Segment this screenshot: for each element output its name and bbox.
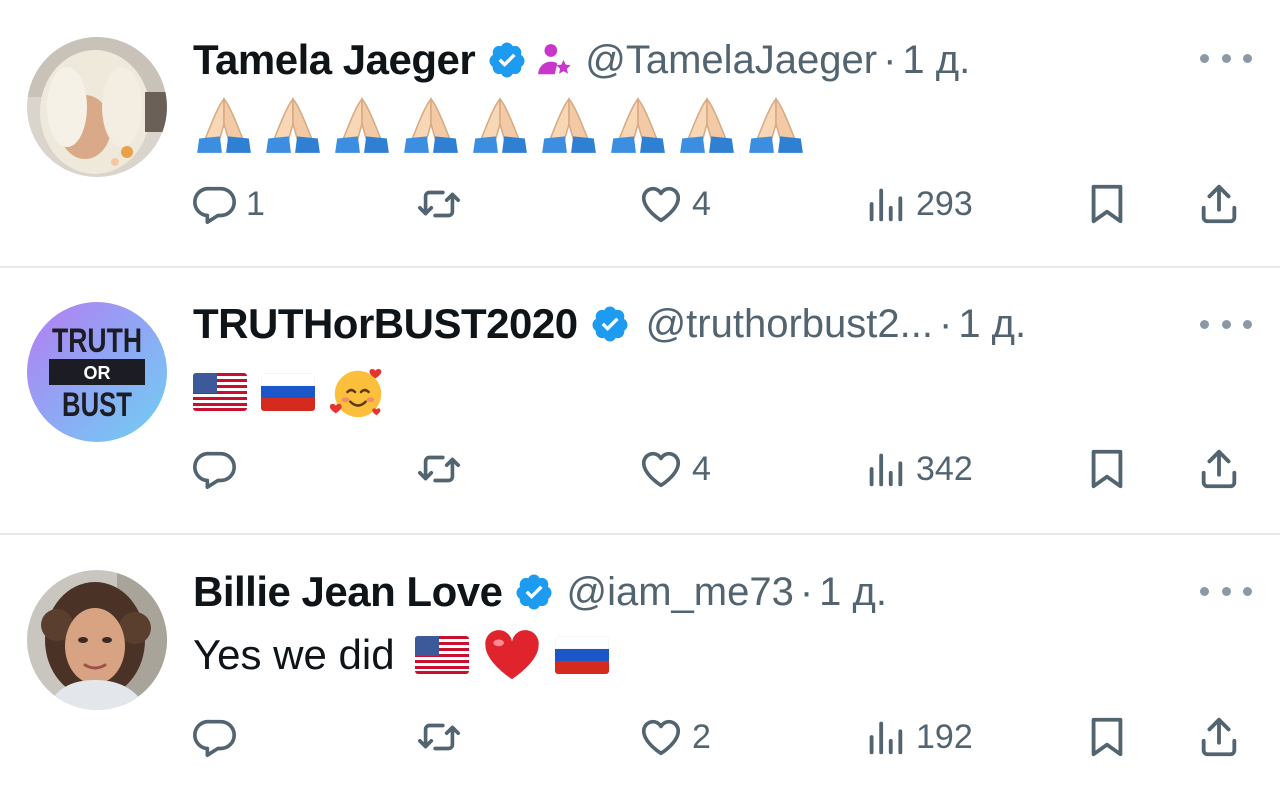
folded-hands-icon xyxy=(266,97,320,153)
avatar-text-bust: BUST xyxy=(62,386,132,424)
author-handle[interactable]: @TamelaJaeger xyxy=(585,38,877,83)
view-count: 293 xyxy=(916,184,973,223)
tweet-header: TRUTHorBUST2020 @truthorbust2... · 1 д. xyxy=(193,296,1026,352)
bookmark-button[interactable] xyxy=(1084,441,1130,497)
tweet-timestamp[interactable]: 1 д. xyxy=(902,38,970,83)
folded-hands-icon xyxy=(335,97,389,153)
tweet-text xyxy=(193,92,814,156)
tweet-1[interactable]: Tamela Jaeger @TamelaJaeger · 1 д. 1 4 2… xyxy=(0,0,1280,268)
views-button[interactable]: 342 xyxy=(862,441,973,497)
like-button[interactable]: 4 xyxy=(638,441,711,497)
view-count: 192 xyxy=(916,717,973,756)
views-chart-icon xyxy=(869,188,903,222)
us-flag-icon xyxy=(414,636,469,674)
more-options-icon[interactable] xyxy=(1200,312,1252,336)
share-button[interactable] xyxy=(1196,709,1242,765)
tweet-2[interactable]: TRUTH OR BUST TRUTHorBUST2020 @truthorbu… xyxy=(0,268,1280,534)
repost-button[interactable] xyxy=(416,441,470,497)
action-bar: 2 192 xyxy=(0,709,1280,765)
reply-button[interactable]: 1 xyxy=(192,176,265,232)
heart-icon xyxy=(641,451,681,488)
heart-icon xyxy=(641,719,681,756)
emoji-row xyxy=(193,363,387,421)
tweet-timestamp[interactable]: 1 д. xyxy=(958,302,1026,347)
heart-icon xyxy=(641,186,681,223)
bookmark-icon xyxy=(1091,184,1123,224)
share-icon xyxy=(1201,449,1237,489)
like-count: 2 xyxy=(692,717,711,756)
tweet-3[interactable]: Billie Jean Love @iam_me73 · 1 д. Yes we… xyxy=(0,535,1280,791)
verified-badge-icon[interactable] xyxy=(514,572,554,612)
author-handle[interactable]: @iam_me73 xyxy=(566,570,793,615)
folded-hands-icon xyxy=(404,97,458,153)
tweet-text: Yes we did xyxy=(193,623,623,687)
reply-button[interactable] xyxy=(192,441,246,497)
russia-flag-icon xyxy=(261,373,315,411)
red-heart-icon xyxy=(484,630,539,680)
folded-hands-icon xyxy=(473,97,527,153)
smiling-face-with-hearts-icon xyxy=(329,369,382,418)
views-chart-icon xyxy=(869,721,903,755)
avatar-text-truth: TRUTH xyxy=(52,322,142,360)
emoji-row xyxy=(193,93,814,155)
tweet-header: Billie Jean Love @iam_me73 · 1 д. xyxy=(193,564,887,620)
like-button[interactable]: 2 xyxy=(638,709,711,765)
folded-hands-icon xyxy=(680,97,734,153)
folded-hands-icon xyxy=(749,97,803,153)
reply-icon xyxy=(193,186,236,225)
bookmark-button[interactable] xyxy=(1084,176,1130,232)
more-options-icon[interactable] xyxy=(1200,46,1252,70)
share-icon xyxy=(1201,717,1237,757)
repost-icon xyxy=(418,190,460,218)
repost-icon xyxy=(418,723,460,751)
tweet-timestamp[interactable]: 1 д. xyxy=(819,570,887,615)
folded-hands-icon xyxy=(611,97,665,153)
tweet-text xyxy=(193,360,387,424)
repost-button[interactable] xyxy=(416,176,470,232)
author-name[interactable]: TRUTHorBUST2020 xyxy=(193,300,578,348)
repost-button[interactable] xyxy=(416,709,470,765)
avatar[interactable] xyxy=(27,37,167,177)
person-star-icon xyxy=(538,44,571,75)
more-options-icon[interactable] xyxy=(1200,579,1252,603)
bookmark-icon xyxy=(1091,717,1123,757)
author-handle[interactable]: @truthorbust2... xyxy=(646,302,933,347)
avatar[interactable] xyxy=(27,570,167,710)
folded-hands-icon xyxy=(197,97,251,153)
view-count: 342 xyxy=(916,449,973,488)
reply-icon xyxy=(193,719,236,758)
reply-button[interactable] xyxy=(192,709,246,765)
bookmark-button[interactable] xyxy=(1084,709,1130,765)
like-button[interactable]: 4 xyxy=(638,176,711,232)
action-bar: 1 4 293 xyxy=(0,176,1280,232)
separator-dot: · xyxy=(883,37,897,82)
russia-flag-icon xyxy=(554,636,609,674)
tweet-body: Yes we did xyxy=(193,631,395,678)
avatar-text-or: OR xyxy=(84,363,111,383)
author-name[interactable]: Tamela Jaeger xyxy=(193,36,476,84)
separator-dot: · xyxy=(938,301,953,346)
action-bar: 4 342 xyxy=(0,441,1280,497)
views-button[interactable]: 293 xyxy=(862,176,973,232)
share-button[interactable] xyxy=(1196,441,1242,497)
views-button[interactable]: 192 xyxy=(862,709,973,765)
repost-icon xyxy=(418,455,460,483)
separator-dot: · xyxy=(799,569,814,614)
share-button[interactable] xyxy=(1196,176,1242,232)
avatar[interactable]: TRUTH OR BUST xyxy=(27,302,167,442)
tweet-header: Tamela Jaeger @TamelaJaeger · 1 д. xyxy=(193,32,970,88)
us-flag-icon xyxy=(193,373,247,411)
bookmark-icon xyxy=(1091,449,1123,489)
verified-badge-icon[interactable] xyxy=(487,40,527,80)
reply-count: 1 xyxy=(246,184,265,223)
like-count: 4 xyxy=(692,449,711,488)
reply-icon xyxy=(193,451,236,490)
author-name[interactable]: Billie Jean Love xyxy=(193,568,503,616)
share-icon xyxy=(1201,184,1237,224)
views-chart-icon xyxy=(869,453,903,487)
like-count: 4 xyxy=(692,184,711,223)
folded-hands-icon xyxy=(542,97,596,153)
verified-badge-icon[interactable] xyxy=(590,304,630,344)
